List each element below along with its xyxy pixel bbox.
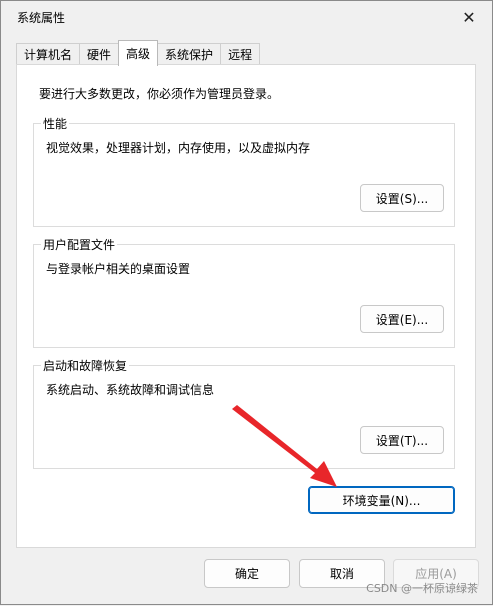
system-properties-window: 系统属性 ✕ 计算机名 硬件 高级 系统保护 远程 要进行大多数更改，你必须作为…	[0, 0, 493, 605]
close-icon: ✕	[462, 7, 476, 27]
tab-remote[interactable]: 远程	[220, 43, 261, 65]
advanced-panel: 要进行大多数更改，你必须作为管理员登录。 性能 视觉效果，处理器计划，内存使用，…	[16, 64, 476, 548]
performance-title: 性能	[41, 115, 70, 132]
user-profiles-group: 用户配置文件 与登录帐户相关的桌面设置 设置(E)...	[33, 236, 455, 348]
performance-desc: 视觉效果，处理器计划，内存使用，以及虚拟内存	[46, 141, 311, 155]
close-button[interactable]: ✕	[446, 1, 492, 33]
admin-notice: 要进行大多数更改，你必须作为管理员登录。	[39, 87, 280, 101]
user-profiles-title: 用户配置文件	[41, 236, 118, 253]
window-title: 系统属性	[17, 11, 66, 25]
environment-variables-button[interactable]: 环境变量(N)...	[308, 486, 455, 514]
ok-button[interactable]: 确定	[204, 559, 290, 588]
user-profiles-desc: 与登录帐户相关的桌面设置	[46, 262, 191, 276]
startup-recovery-desc: 系统启动、系统故障和调试信息	[46, 383, 215, 397]
tab-bar: 计算机名 硬件 高级 系统保护 远程	[16, 40, 261, 66]
tab-system-protection[interactable]: 系统保护	[157, 43, 222, 65]
title-bar: 系统属性 ✕	[1, 1, 492, 33]
startup-recovery-title: 启动和故障恢复	[41, 357, 130, 374]
watermark-text: CSDN @一杯原谅绿茶	[366, 582, 478, 595]
performance-group: 性能 视觉效果，处理器计划，内存使用，以及虚拟内存 设置(S)...	[33, 115, 455, 227]
tab-computer-name[interactable]: 计算机名	[16, 43, 81, 65]
tab-advanced[interactable]: 高级	[118, 40, 159, 66]
tab-hardware[interactable]: 硬件	[79, 43, 120, 65]
performance-settings-button[interactable]: 设置(S)...	[360, 184, 444, 212]
startup-recovery-settings-button[interactable]: 设置(T)...	[360, 426, 444, 454]
user-profiles-settings-button[interactable]: 设置(E)...	[360, 305, 444, 333]
startup-recovery-group: 启动和故障恢复 系统启动、系统故障和调试信息 设置(T)...	[33, 357, 455, 469]
